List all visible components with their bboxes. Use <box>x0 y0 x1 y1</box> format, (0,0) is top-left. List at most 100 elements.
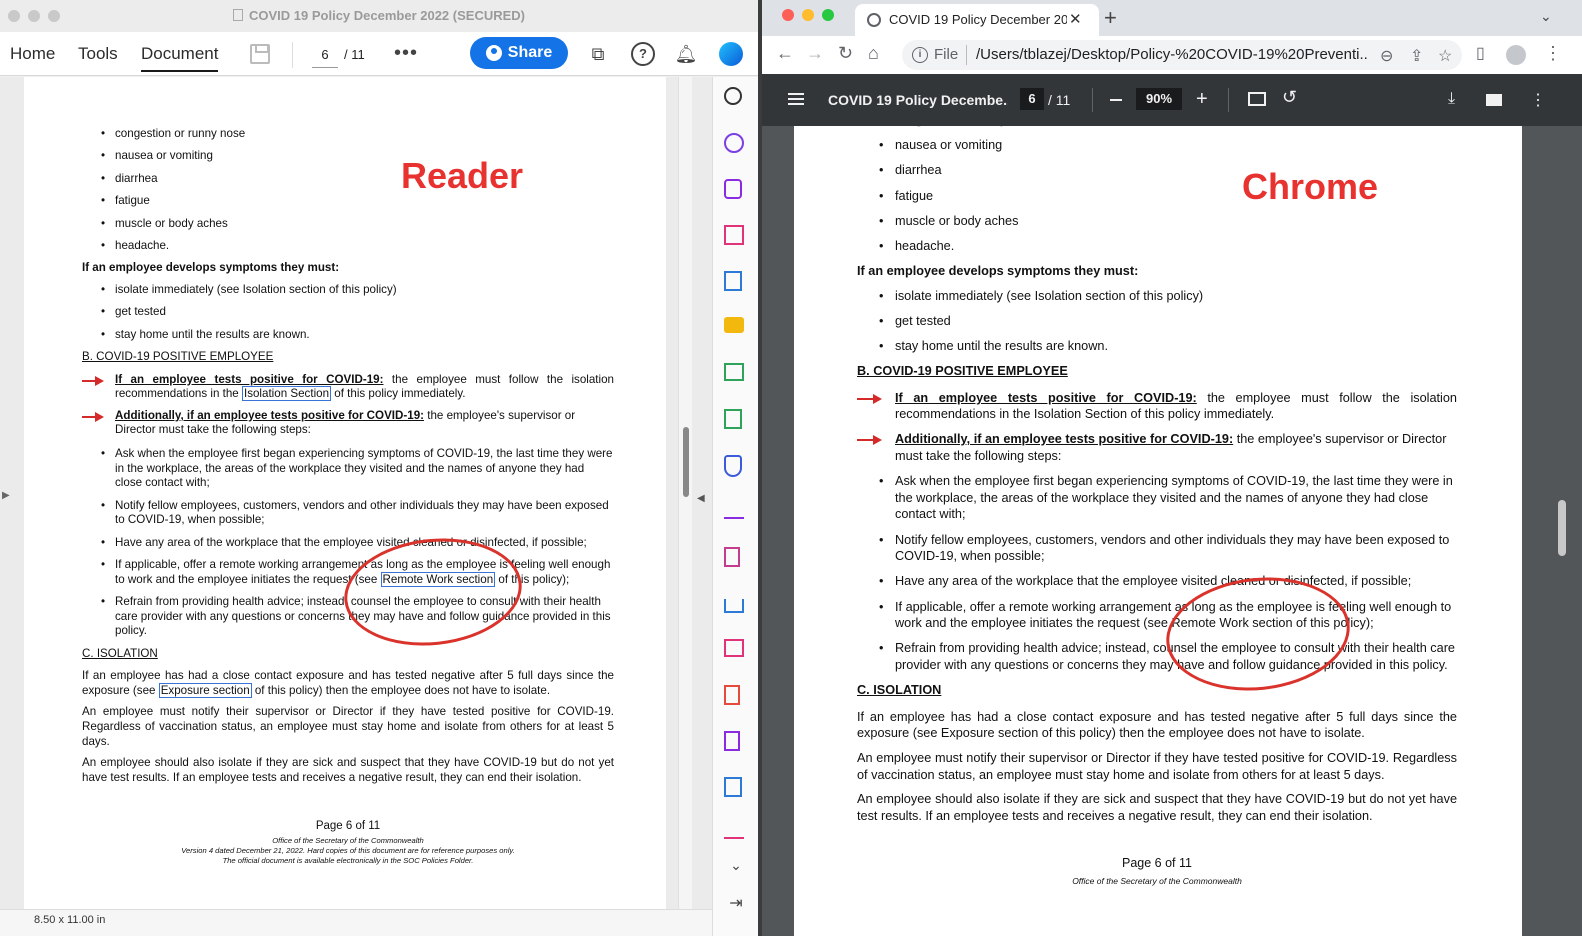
save-icon[interactable] <box>250 44 270 64</box>
more-options-button[interactable]: ••• <box>394 42 418 65</box>
compress-icon[interactable] <box>724 409 742 429</box>
comment-icon[interactable] <box>724 317 744 333</box>
rotate-icon[interactable]: ↺ <box>1282 87 1297 108</box>
zoom-level-input[interactable]: 90% <box>1136 88 1182 110</box>
back-arrow-icon[interactable]: ← <box>776 43 794 64</box>
zoom-magnifier-icon[interactable]: ⊖ <box>1380 46 1393 66</box>
expand-left-panel-icon[interactable]: ▶ <box>2 490 10 501</box>
list-item: congestion or runny nose <box>879 126 1457 129</box>
chrome-scrollbar-thumb[interactable] <box>1558 500 1566 556</box>
download-icon[interactable]: ⤓ <box>1448 90 1455 108</box>
reader-titlebar: COVID 19 Policy December 2022 (SECURED) <box>0 0 758 32</box>
list-item: get tested <box>879 313 1457 330</box>
c3-paragraph: An employee should also isolate if they … <box>857 792 1457 823</box>
forward-arrow-icon[interactable]: → <box>806 43 824 64</box>
reader-statusbar: 8.50 x 11.00 in <box>0 909 712 936</box>
zoom-in-icon[interactable] <box>724 87 742 105</box>
list-item: get tested <box>101 305 614 320</box>
reader-scrollbar[interactable] <box>678 77 692 909</box>
pdf-document-title: COVID 19 Policy Decembe... <box>828 92 1008 108</box>
browser-tab[interactable]: COVID 19 Policy December 20 ✕ <box>855 4 1099 36</box>
zoom-out-icon[interactable] <box>1110 99 1122 101</box>
profile-avatar-icon[interactable] <box>1506 45 1526 65</box>
share-page-icon[interactable]: ⇪ <box>1410 46 1423 66</box>
edit-pdf-icon[interactable] <box>724 731 740 751</box>
accessibility-icon[interactable] <box>724 133 744 153</box>
account-avatar-icon[interactable] <box>719 42 743 66</box>
sign-icon[interactable] <box>724 501 744 519</box>
tab-document[interactable]: Document <box>141 44 219 72</box>
list-item: Notify fellow employees, customers, vend… <box>101 499 614 528</box>
b2-paragraph: Additionally, if an employee tests posit… <box>857 431 1457 464</box>
bookmark-star-icon[interactable]: ☆ <box>1438 46 1452 66</box>
window-controls <box>782 9 834 21</box>
symptom-action-list: isolate immediately (see Isolation secti… <box>857 288 1457 355</box>
footer-office: Office of the Secretary of the Commonwea… <box>272 835 424 845</box>
fill-sign-icon[interactable] <box>724 179 742 199</box>
tab-title: COVID 19 Policy December 20 <box>889 12 1067 27</box>
acrobat-pdf-icon[interactable] <box>724 685 740 705</box>
redact-icon[interactable] <box>724 639 744 657</box>
share-button[interactable]: Share <box>470 37 568 69</box>
b1-paragraph: If an employee tests positive for COVID-… <box>82 373 614 402</box>
page-number-input[interactable]: 6 <box>312 42 338 68</box>
reader-window: COVID 19 Policy December 2022 (SECURED) … <box>0 0 758 936</box>
reader-document-area: ▶ congestion or runny nose nausea or vom… <box>0 77 712 936</box>
close-window-button[interactable] <box>782 9 794 21</box>
c2-paragraph: An employee must notify their supervisor… <box>857 750 1457 782</box>
scrollbar-thumb[interactable] <box>683 427 689 497</box>
share-upload-icon[interactable] <box>724 599 744 613</box>
tab-home[interactable]: Home <box>10 44 55 64</box>
home-icon[interactable]: ⌂ <box>868 43 879 64</box>
minimize-window-button[interactable] <box>802 9 814 21</box>
zoom-window-button[interactable] <box>822 9 834 21</box>
reload-icon[interactable]: ↻ <box>838 43 853 64</box>
combine-icon[interactable] <box>724 777 742 797</box>
address-bar[interactable]: i File /Users/tblazej/Desktop/Policy-%20… <box>902 40 1462 70</box>
help-icon[interactable]: ? <box>631 42 655 66</box>
organize-pages-icon[interactable] <box>724 225 744 245</box>
list-item: stay home until the results are known. <box>879 338 1457 355</box>
chevron-down-icon[interactable]: ⌄ <box>724 857 748 881</box>
exposure-section-link[interactable]: Exposure section <box>158 682 252 698</box>
symptom-list: congestion or runny nose nausea or vomit… <box>82 127 614 254</box>
page-number-input[interactable]: 6 <box>1020 88 1044 110</box>
footer-version: Version 4 dated December 21, 2022. Hard … <box>181 845 515 855</box>
fill-sign-pen-icon[interactable] <box>724 823 744 839</box>
list-item: muscle or body aches <box>101 217 614 232</box>
page-total: / 11 <box>1048 92 1071 108</box>
collapse-panel-icon[interactable]: ⇥ <box>724 893 748 917</box>
close-tab-icon[interactable]: ✕ <box>1069 10 1082 28</box>
tab-tools[interactable]: Tools <box>78 44 118 64</box>
collapse-right-panel-icon[interactable]: ◀ <box>697 493 705 504</box>
reader-toolbar: Home Tools Document 6 / 11 ••• Share ⧉ ?… <box>0 32 758 76</box>
section-b-heading: B. COVID-19 POSITIVE EMPLOYEE <box>82 350 274 364</box>
globe-favicon-icon <box>867 13 881 27</box>
fit-to-page-icon[interactable] <box>1248 92 1266 106</box>
url-text[interactable]: /Users/tblazej/Desktop/Policy-%20COVID-1… <box>976 46 1368 63</box>
pdf-sidebar-menu-icon[interactable] <box>788 93 804 95</box>
print-icon[interactable] <box>1486 94 1502 106</box>
list-item: fatigue <box>101 194 614 209</box>
tab-search-chevron-icon[interactable]: ⌄ <box>1540 8 1552 25</box>
b1-paragraph: If an employee tests positive for COVID-… <box>857 390 1457 423</box>
symptom-action-list: isolate immediately (see Isolation secti… <box>82 283 614 342</box>
more-actions-icon[interactable]: ⋮ <box>1530 90 1546 110</box>
b2-paragraph: Additionally, if an employee tests posit… <box>82 409 614 438</box>
section-c-heading: C. ISOLATION <box>82 646 158 660</box>
side-panel-icon[interactable]: ▯ <box>1476 43 1485 63</box>
notifications-bell-icon[interactable]: 🔔︎ <box>674 42 698 66</box>
compare-icon[interactable] <box>724 363 744 381</box>
new-tab-button[interactable]: + <box>1104 5 1117 31</box>
document-icon <box>233 9 243 21</box>
chrome-menu-icon[interactable]: ⋮ <box>1544 43 1562 64</box>
screen-share-icon[interactable]: ⧉ <box>586 42 610 66</box>
create-pdf-icon[interactable] <box>724 547 740 567</box>
zoom-in-icon[interactable]: + <box>1196 88 1208 111</box>
site-info-icon[interactable]: i <box>912 47 928 63</box>
export-pdf-icon[interactable] <box>724 271 742 291</box>
chrome-pdf-area: congestion or runny nose nausea or vomit… <box>762 126 1582 936</box>
isolation-section-link[interactable]: Isolation Section <box>241 386 332 402</box>
protect-icon[interactable] <box>724 455 742 477</box>
share-person-icon <box>485 45 502 61</box>
